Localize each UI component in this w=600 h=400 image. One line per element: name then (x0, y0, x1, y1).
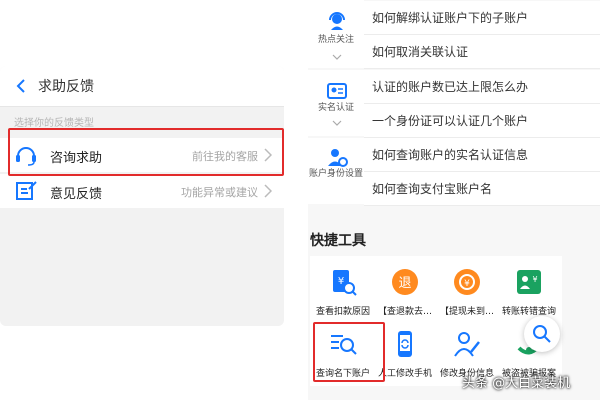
tool-label: 【查退款去… (377, 307, 432, 317)
user-settings-icon (328, 149, 348, 167)
svg-text:退: 退 (398, 276, 411, 291)
category-hot-topics[interactable]: 热点关注 (308, 0, 364, 68)
question-text: 如何查询账户的实名认证信息 (372, 148, 529, 162)
id-card-icon (327, 83, 347, 99)
header-bar: 求助反馈 (0, 66, 284, 107)
question-text: 如何取消关联认证 (372, 45, 469, 59)
highlight-box (8, 128, 284, 176)
question-text: 如何查询支付宝账户名 (372, 182, 493, 196)
tool-label: 转账转错查询 (501, 307, 556, 317)
svg-text:¥: ¥ (532, 275, 537, 284)
category-label: 热点关注 (317, 35, 354, 45)
question-text: 认证的账户数已达上限怎么办 (372, 80, 529, 94)
chevron-down-icon (332, 54, 342, 60)
question-link[interactable]: 如何取消关联认证 (364, 35, 600, 69)
edit-note-icon (16, 181, 37, 200)
question-link[interactable]: 如何查询账户的实名认证信息 (364, 138, 600, 172)
headset-person-icon (329, 12, 345, 30)
question-link[interactable]: 如何查询支付宝账户名 (364, 172, 600, 206)
feedback-option[interactable]: 意见反馈 功能异常或建议 (0, 174, 284, 208)
page-title: 求助反馈 (38, 79, 94, 95)
floating-search-button[interactable] (524, 316, 560, 352)
chevron-right-icon (264, 184, 272, 198)
question-text: 如何解绑认证账户下的子账户 (372, 11, 529, 25)
back-arrow-icon[interactable] (12, 76, 30, 96)
identity-edit-icon (454, 332, 480, 357)
option-hint: 功能异常或建议 (181, 186, 258, 199)
quick-tools-title: 快捷工具 (310, 233, 366, 249)
category-real-name[interactable]: 实名认证 (308, 70, 364, 136)
option-label: 意见反馈 (50, 187, 103, 202)
section-label: 选择你的反馈类型 (14, 118, 94, 129)
watermark: 头条 @大白菜装机 (462, 376, 571, 391)
tool-withdraw[interactable]: ¥ 【提现未到… (436, 262, 498, 320)
tool-label: 查看扣款原因 (315, 307, 370, 317)
question-link[interactable]: 如何解绑认证账户下的子账户 (364, 1, 600, 35)
svg-text:¥: ¥ (338, 276, 344, 287)
tool-transfer-error[interactable]: ¥ 转账转错查询 (498, 262, 560, 320)
tool-refund[interactable]: 退 【查退款去… (374, 262, 436, 320)
help-feedback-panel: 求助反馈 选择你的反馈类型 咨询求助 前往我的客服 意见反馈 功能异常或建议 (0, 66, 284, 326)
phone-change-icon (398, 331, 412, 357)
deduction-search-icon: ¥ (333, 270, 357, 296)
question-link[interactable]: 认证的账户数已达上限怎么办 (364, 70, 600, 104)
search-icon (533, 325, 551, 343)
tool-deduction-reason[interactable]: ¥ 查看扣款原因 (312, 262, 374, 320)
highlight-box (313, 322, 385, 382)
tool-label: 【提现未到… (439, 307, 494, 317)
transfer-icon: ¥ (517, 270, 541, 294)
category-account-identity[interactable]: 账户身份设置 (308, 138, 364, 204)
svg-text:¥: ¥ (464, 279, 470, 289)
question-link[interactable]: 一个身份证可以认证几个账户 (364, 104, 600, 138)
category-label: 实名认证 (317, 103, 354, 113)
refund-icon: 退 (392, 269, 418, 295)
category-label: 账户身份设置 (308, 169, 363, 179)
question-text: 一个身份证可以认证几个账户 (372, 114, 529, 128)
withdraw-icon: ¥ (454, 269, 480, 295)
chevron-down-icon (332, 120, 342, 126)
